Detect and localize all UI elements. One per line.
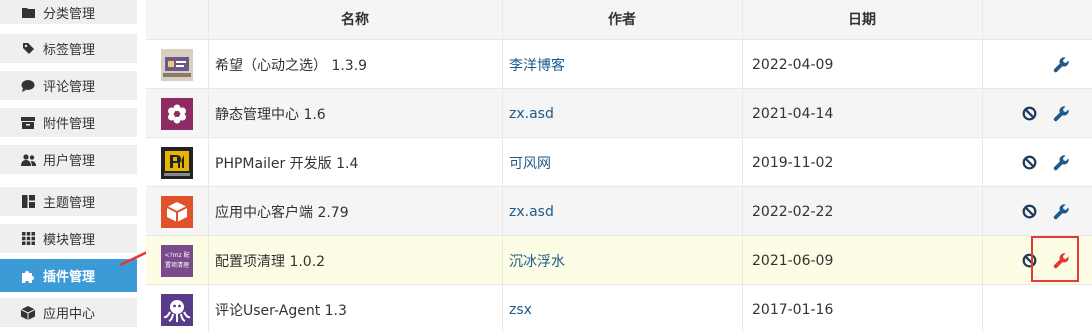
plugin-logo: <?mz 配置项清理	[161, 244, 193, 277]
wrench-icon[interactable]	[1052, 105, 1070, 123]
sidebar-item-label: 模块管理	[43, 233, 96, 248]
plugin-date: 2017-01-16	[752, 301, 834, 318]
sidebar-item-comments[interactable]: 评论管理	[0, 71, 137, 100]
table-row: 静态管理中心 1.6 zx.asd 2021-04-14	[146, 89, 1092, 138]
annotation-highlight-box	[1031, 236, 1079, 282]
header-author[interactable]: 作者	[502, 0, 742, 40]
sidebar-item-plugins[interactable]: 插件管理	[0, 259, 137, 292]
tag-icon	[20, 41, 36, 57]
sidebar-item-attachments[interactable]: 附件管理	[0, 108, 137, 137]
plugin-author-link[interactable]: zx.asd	[502, 89, 742, 138]
sidebar-item-label: 附件管理	[43, 117, 96, 132]
plugin-logo	[161, 48, 193, 81]
sidebar-item-users[interactable]: 用户管理	[0, 145, 137, 174]
wrench-icon[interactable]	[1052, 203, 1070, 221]
table-row: PHPMailer 开发版 1.4 可风网 2019-11-02	[146, 138, 1092, 187]
table-row: 应用中心客户端 2.79 zx.asd 2022-02-22	[146, 187, 1092, 236]
table-row: 评论User-Agent 1.3 zsx 2017-01-16	[146, 285, 1092, 332]
sidebar-item-label: 分类管理	[43, 6, 96, 22]
plugin-date: 2022-04-09	[752, 56, 834, 73]
cube-icon	[20, 305, 36, 321]
plugin-author-link[interactable]: zsx	[502, 285, 742, 332]
sidebar-item-label: 标签管理	[43, 43, 96, 58]
sidebar-item-tags[interactable]: 标签管理	[0, 34, 137, 63]
plugin-logo-text: <?mz 配置项清理	[164, 251, 190, 269]
wrench-icon[interactable]	[1052, 154, 1070, 172]
layout-icon	[20, 194, 36, 210]
disable-icon[interactable]	[1020, 105, 1038, 123]
puzzle-icon	[20, 268, 36, 284]
plugin-date: 2022-02-22	[752, 203, 834, 220]
plugin-name: 应用中心客户端 2.79	[215, 204, 349, 221]
users-icon	[20, 152, 36, 168]
plugin-author-link[interactable]: 可风网	[502, 138, 742, 187]
folder-icon	[20, 4, 36, 20]
column-divider	[502, 0, 503, 332]
plugin-table: 名称 作者 日期 希望（心动之选） 1.3.9 李洋博客 2022-04-09 …	[146, 0, 1092, 332]
plugin-name: PHPMailer 开发版 1.4	[215, 155, 359, 172]
table-row: 希望（心动之选） 1.3.9 李洋博客 2022-04-09	[146, 40, 1092, 89]
plugin-name: 希望（心动之选） 1.3.9	[215, 57, 368, 74]
column-divider	[982, 0, 983, 332]
column-divider	[742, 0, 743, 332]
sidebar-item-categories[interactable]: 分类管理	[0, 0, 137, 24]
sidebar-item-label: 插件管理	[43, 270, 96, 285]
plugin-logo	[161, 146, 193, 179]
column-divider	[208, 0, 209, 332]
table-header: 名称 作者 日期	[146, 0, 1092, 40]
plugin-author-link[interactable]: zx.asd	[502, 187, 742, 236]
sidebar-item-app-center[interactable]: 应用中心	[0, 298, 137, 327]
grid-icon	[20, 231, 36, 247]
sidebar-item-label: 用户管理	[43, 154, 96, 169]
sidebar-item-modules[interactable]: 模块管理	[0, 224, 137, 253]
plugin-author-link[interactable]: 李洋博客	[502, 40, 742, 89]
comment-icon	[20, 78, 36, 94]
header-date[interactable]: 日期	[742, 0, 982, 40]
plugin-name: 静态管理中心 1.6	[215, 106, 326, 123]
sidebar: 分类管理 标签管理 评论管理 附件管理 用户管理 主题管理 模块管理 插件管理 …	[0, 0, 137, 332]
table-row: <?mz 配置项清理 配置项清理 1.0.2 沉冰浮水 2021-06-09	[146, 236, 1092, 285]
disable-icon[interactable]	[1020, 154, 1038, 172]
plugin-author-link[interactable]: 沉冰浮水	[502, 236, 742, 285]
sidebar-item-themes[interactable]: 主题管理	[0, 187, 137, 216]
plugin-date: 2021-06-09	[752, 252, 834, 269]
plugin-name: 评论User-Agent 1.3	[215, 302, 347, 319]
plugin-date: 2021-04-14	[752, 105, 834, 122]
sidebar-item-label: 主题管理	[43, 196, 96, 211]
plugin-logo	[161, 97, 193, 130]
plugin-logo	[161, 293, 193, 326]
plugin-name: 配置项清理 1.0.2	[215, 253, 326, 270]
wrench-icon[interactable]	[1052, 56, 1070, 74]
plugin-date: 2019-11-02	[752, 154, 834, 171]
plugin-logo	[161, 195, 193, 228]
disable-icon[interactable]	[1020, 203, 1038, 221]
sidebar-item-label: 评论管理	[43, 80, 96, 95]
archive-icon	[20, 115, 36, 131]
header-name[interactable]: 名称	[208, 0, 502, 40]
sidebar-item-label: 应用中心	[43, 307, 96, 322]
